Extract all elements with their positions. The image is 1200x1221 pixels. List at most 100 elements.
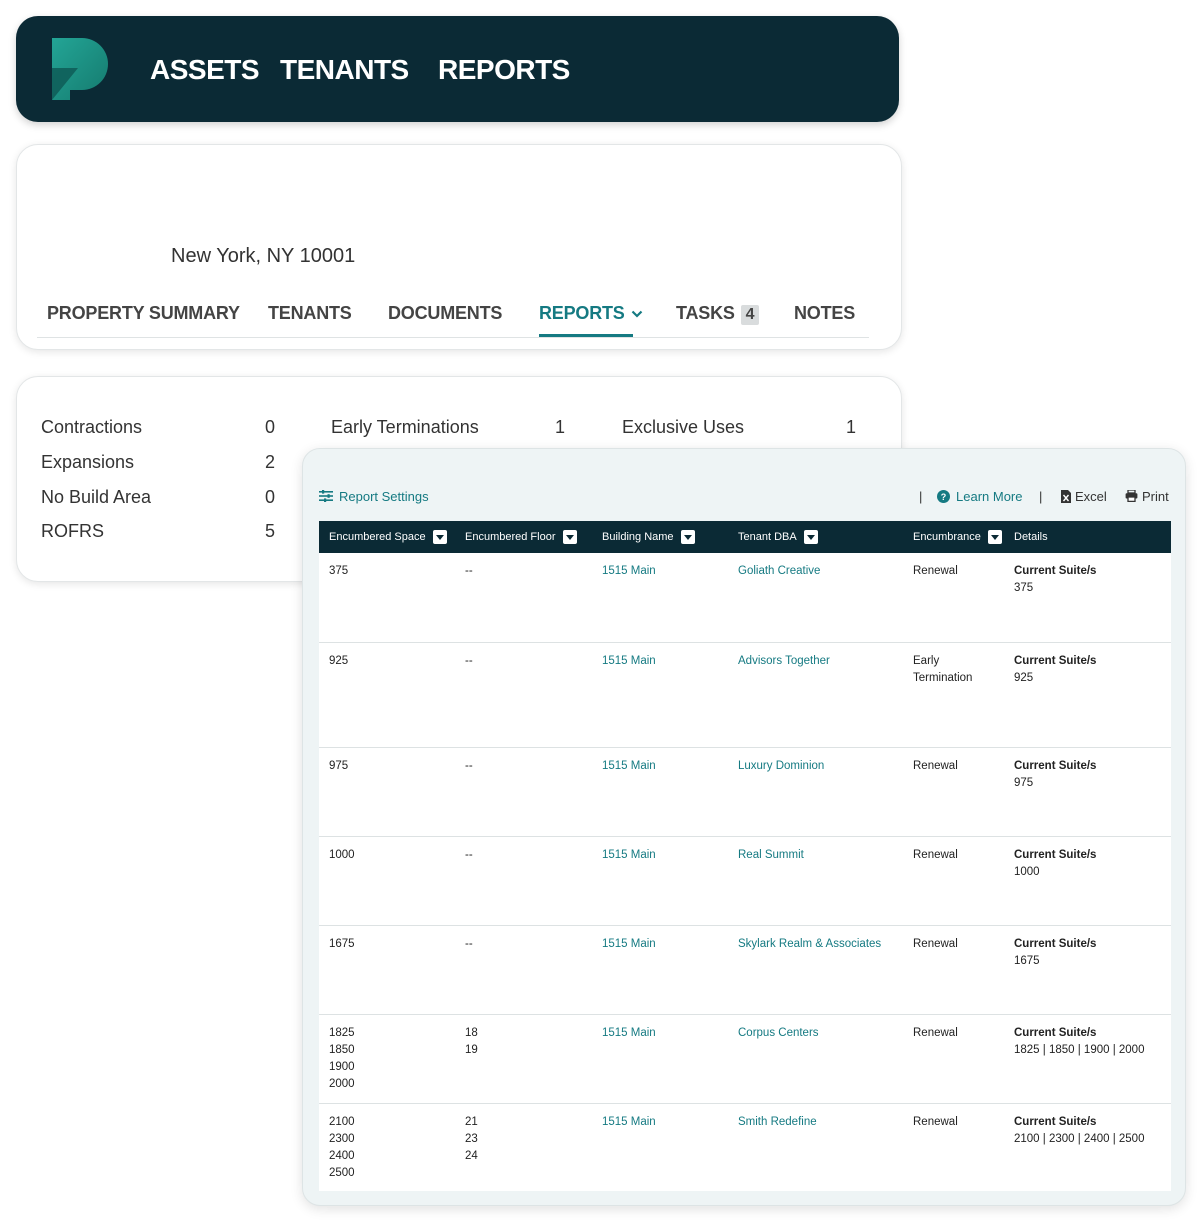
- tab-reports[interactable]: REPORTS: [539, 303, 643, 324]
- count-label-no-build-area: No Build Area: [41, 487, 152, 507]
- tab-notes[interactable]: NOTES: [794, 303, 855, 324]
- details-value: 1000: [1014, 865, 1040, 878]
- cell-building-name-link[interactable]: 1515 Main: [592, 1014, 728, 1104]
- tab-tasks[interactable]: TASKS 4: [676, 303, 760, 325]
- column-header-encumbered-space[interactable]: Encumbered Space: [319, 521, 455, 553]
- cell-encumbered-space-line: 375: [329, 565, 349, 577]
- print-button[interactable]: Print: [1125, 489, 1169, 504]
- dropdown-arrow-icon[interactable]: [562, 530, 577, 544]
- cell-encumbered-space-line: 1000: [329, 848, 355, 861]
- column-header-encumbered-floor[interactable]: Encumbered Floor: [455, 521, 592, 553]
- cell-encumbered-space-line: 2100: [329, 1115, 355, 1128]
- cell-encumbered-space-line: 1900: [329, 1060, 355, 1073]
- cell-encumbered-space-line: 2400: [329, 1149, 355, 1162]
- sliders-icon: [319, 490, 333, 502]
- cell-encumbered-space-line: 1825: [329, 1026, 355, 1039]
- count-label-contractions: Contractions: [41, 417, 143, 437]
- details-value: 375: [1014, 582, 1034, 594]
- count-value-early-terminations: 1: [554, 417, 565, 437]
- count-value-exclusive-uses: 1: [845, 417, 856, 437]
- excel-export-button[interactable]: Excel: [1061, 489, 1107, 504]
- cell-tenant-dba-link[interactable]: Skylark Realm & Associates: [728, 925, 903, 1015]
- dropdown-arrow-icon[interactable]: [432, 530, 447, 544]
- column-header-label: Details: [1014, 531, 1048, 543]
- nav-reports[interactable]: REPORTS: [438, 54, 570, 86]
- report-settings-button[interactable]: Report Settings: [319, 489, 429, 504]
- dropdown-arrow-icon[interactable]: [680, 530, 695, 544]
- tab-documents[interactable]: DOCUMENTS: [388, 303, 502, 324]
- cell-tenant-dba-link[interactable]: Goliath Creative: [728, 553, 903, 643]
- file-excel-icon: [1061, 490, 1071, 503]
- learn-more-label: Learn More: [956, 489, 1023, 504]
- cell-encumbered-floor: 21 23 24: [455, 1103, 592, 1191]
- count-value-rofrs: 5: [264, 521, 275, 541]
- column-header-encumbrance[interactable]: Encumbrance: [903, 521, 1004, 553]
- details-label: Current Suite/s: [1014, 848, 1097, 861]
- cell-building-name-link[interactable]: 1515 Main: [592, 553, 728, 643]
- details-label: Current Suite/s: [1014, 565, 1097, 577]
- cell-encumbered-floor-line: --: [465, 565, 473, 577]
- table-row: 1000 -- 1515 Main Real Summit Renewal Current…: [319, 836, 1171, 926]
- cell-building-name-link[interactable]: 1515 Main: [592, 1103, 728, 1191]
- cell-encumbered-space-line: 2000: [329, 1077, 355, 1090]
- cell-encumbered-space-line: 2500: [329, 1166, 355, 1179]
- cell-encumbrance: Renewal: [903, 836, 1004, 926]
- cell-tenant-dba-link[interactable]: Luxury Dominion: [728, 747, 903, 837]
- cell-details: Current Suite/s 1675: [1004, 925, 1171, 1015]
- printer-icon: [1125, 489, 1138, 503]
- tabs-divider: [37, 337, 869, 338]
- learn-more-link[interactable]: ? Learn More: [937, 489, 1022, 504]
- cell-tenant-dba-link[interactable]: Advisors Together: [728, 642, 903, 748]
- details-value: 975: [1014, 776, 1034, 789]
- cell-encumbered-space: 1825 1850 1900 2000: [319, 1014, 455, 1104]
- column-header-building-name[interactable]: Building Name: [592, 521, 728, 553]
- excel-label: Excel: [1075, 489, 1107, 504]
- column-header-label: Building Name: [602, 530, 674, 543]
- tab-tasks-label: TASKS: [676, 303, 735, 323]
- cell-tenant-dba-link[interactable]: Real Summit: [728, 836, 903, 926]
- property-header-card: New York, NY 10001 PROPERTY SUMMARY TENA…: [16, 144, 902, 350]
- cell-building-name-link[interactable]: 1515 Main: [592, 925, 728, 1015]
- cell-tenant-dba-link[interactable]: Corpus Centers: [728, 1014, 903, 1104]
- cell-encumbered-space: 925: [319, 642, 455, 748]
- cell-encumbrance-line: Renewal: [913, 937, 958, 950]
- cell-building-name-link[interactable]: 1515 Main: [592, 747, 728, 837]
- cell-encumbrance: Renewal: [903, 1014, 1004, 1104]
- cell-encumbered-space-line: 2300: [329, 1132, 355, 1145]
- details-label: Current Suite/s: [1014, 1026, 1097, 1039]
- count-label-early-terminations: Early Terminations: [331, 417, 479, 437]
- column-header-details: Details: [1004, 521, 1171, 553]
- cell-encumbrance: Early Termination: [903, 642, 1004, 748]
- table-row: 375 -- 1515 Main Goliath Creative Renewal Cur…: [319, 553, 1171, 643]
- cell-encumbered-space: 1000: [319, 836, 455, 926]
- column-header-tenant-dba[interactable]: Tenant DBA: [728, 521, 903, 553]
- print-label: Print: [1142, 489, 1169, 504]
- column-header-label: Tenant DBA: [738, 530, 797, 543]
- help-circle-icon: ?: [937, 490, 950, 503]
- property-address: New York, NY 10001: [171, 245, 356, 267]
- app-logo-icon[interactable]: [52, 38, 108, 100]
- cell-encumbered-floor: --: [455, 747, 592, 837]
- tab-property-summary[interactable]: PROPERTY SUMMARY: [47, 303, 240, 324]
- count-value-contractions: 0: [264, 417, 275, 437]
- table-row: 925 -- 1515 Main Advisors Together Early Term…: [319, 642, 1171, 748]
- cell-encumbered-floor-line: --: [465, 759, 473, 772]
- cell-encumbered-space: 1675: [319, 925, 455, 1015]
- cell-tenant-dba-link[interactable]: Smith Redefine: [728, 1103, 903, 1191]
- dropdown-arrow-icon[interactable]: [803, 530, 818, 544]
- cell-encumbered-floor-line: 19: [465, 1043, 478, 1056]
- tab-reports-label: REPORTS: [539, 303, 625, 323]
- table-row: 2100 2300 2400 2500 21 23 24 1515 Main Smith Red…: [319, 1103, 1171, 1191]
- dropdown-arrow-icon[interactable]: [987, 530, 1002, 544]
- cell-building-name-link[interactable]: 1515 Main: [592, 642, 728, 748]
- cell-building-name-link[interactable]: 1515 Main: [592, 836, 728, 926]
- report-panel: Report Settings | ? Learn More | Excel P…: [302, 448, 1186, 1206]
- nav-tenants[interactable]: TENANTS: [280, 54, 409, 86]
- tab-tenants[interactable]: TENANTS: [268, 303, 352, 324]
- cell-details: Current Suite/s 2100 | 2300 | 2400 | 2500: [1004, 1103, 1171, 1191]
- details-label: Current Suite/s: [1014, 654, 1097, 667]
- column-header-label: Encumbered Floor: [465, 530, 556, 543]
- details-value: 1825 | 1850 | 1900 | 2000: [1014, 1043, 1145, 1056]
- cell-encumbered-floor-line: --: [465, 848, 473, 861]
- nav-assets[interactable]: ASSETS: [150, 54, 260, 86]
